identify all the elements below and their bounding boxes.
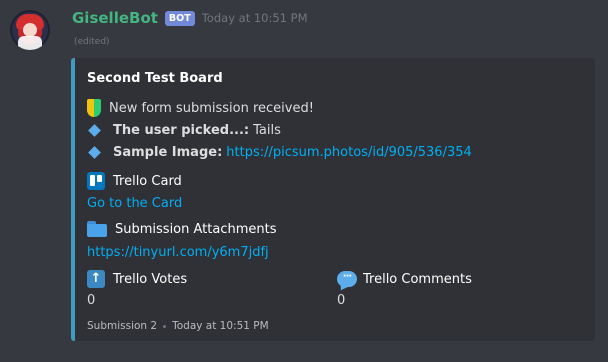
footer-text: Submission 2 [87, 320, 158, 332]
embed-title: Second Test Board [87, 71, 223, 86]
user-picked-label: The user picked...: [113, 122, 250, 138]
blue-diamond-icon [88, 123, 101, 137]
speech-bubble-icon: ··· [337, 271, 357, 287]
field-attachments-name: Submission Attachments [115, 221, 277, 237]
beginner-badge-icon [87, 99, 101, 117]
edited-label: (edited) [74, 37, 110, 47]
field-attachments: Submission Attachments [87, 218, 276, 240]
field-comments: ··· Trello Comments [337, 268, 472, 290]
sample-image-label: Sample Image: [113, 144, 223, 160]
submission-text: New form submission received! [109, 100, 314, 116]
votes-value: 0 [87, 293, 96, 308]
field-votes: ↑ Trello Votes [87, 268, 187, 290]
field-trello-card-name: Trello Card [113, 173, 182, 189]
footer-separator [163, 324, 167, 328]
field-trello-card: Trello Card [87, 170, 182, 192]
bot-avatar[interactable] [10, 10, 50, 50]
trello-icon [87, 172, 105, 190]
embed-card: Second Test Board New form submission re… [71, 58, 595, 341]
user-picked-value: Tails [253, 122, 281, 138]
embed-line-sample-image: Sample Image: https://picsum.photos/id/9… [87, 142, 472, 162]
embed-line-submission: New form submission received! [87, 98, 314, 118]
folder-icon [87, 221, 107, 237]
message-timestamp[interactable]: Today at 10:51 PM [202, 11, 308, 25]
avatar-coat [18, 36, 42, 50]
embed-line-user-picked: The user picked...: Tails [87, 120, 281, 140]
sample-image-link[interactable]: https://picsum.photos/id/905/536/354 [226, 145, 472, 160]
field-comments-name: Trello Comments [363, 271, 472, 287]
avatar-face [23, 23, 37, 37]
message-header: GiselleBot BOT Today at 10:51 PM [72, 8, 308, 28]
field-votes-name: Trello Votes [113, 271, 188, 287]
embed-footer: Submission 2 Today at 10:51 PM [87, 320, 269, 332]
comments-value: 0 [337, 293, 346, 308]
trello-card-link[interactable]: Go to the Card [87, 195, 182, 213]
attachments-link[interactable]: https://tinyurl.com/y6m7jdfj [87, 244, 269, 262]
blue-diamond-icon [88, 145, 101, 159]
up-arrow-icon: ↑ [87, 270, 105, 288]
username[interactable]: GiselleBot [72, 9, 158, 27]
bot-tag: BOT [164, 10, 195, 26]
footer-timestamp: Today at 10:51 PM [172, 320, 269, 332]
